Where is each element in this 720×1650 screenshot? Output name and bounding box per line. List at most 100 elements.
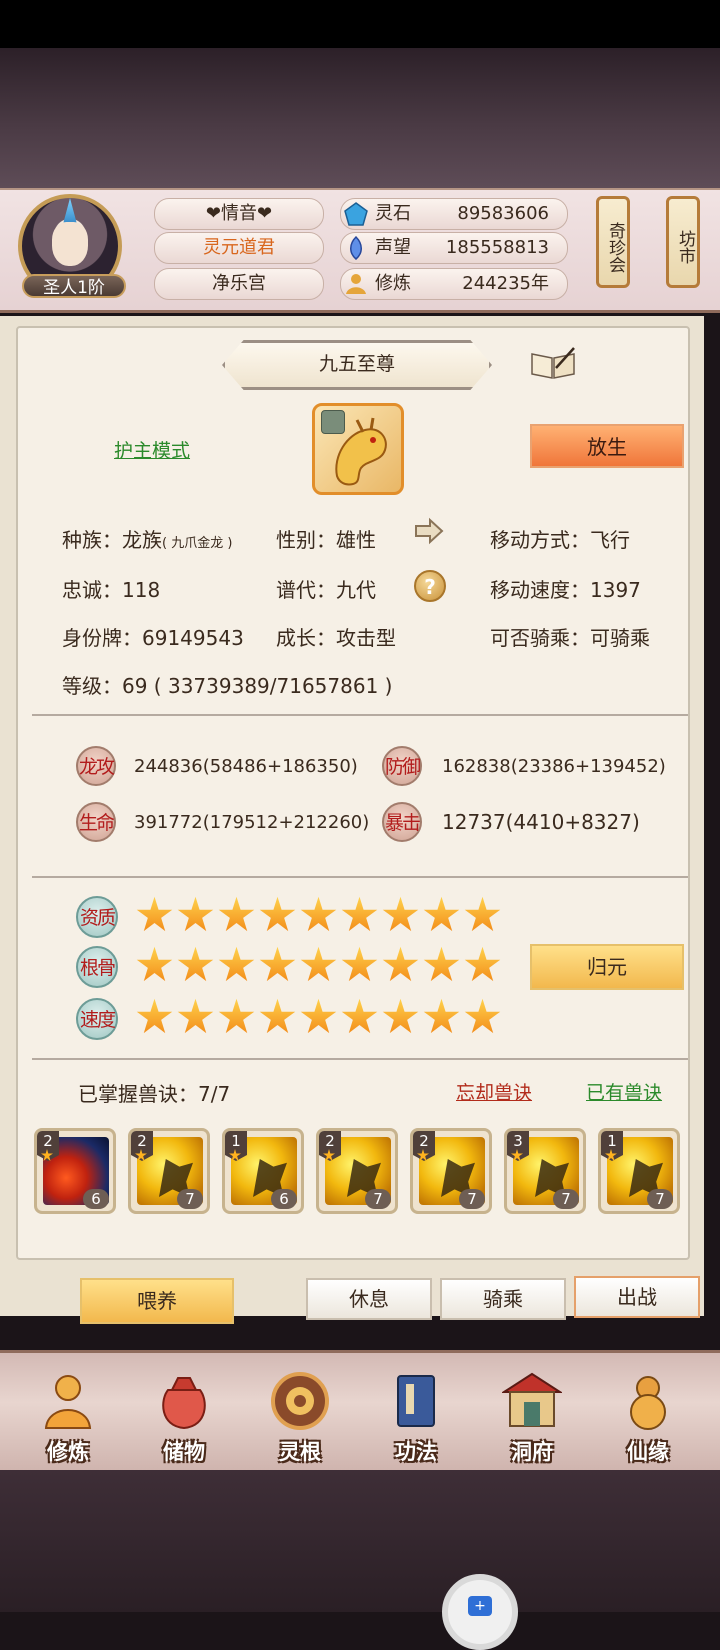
market-button[interactable]: 坊市: [666, 196, 700, 288]
growth-info: 成长：攻击型: [276, 626, 396, 650]
cave-house-icon: [502, 1372, 562, 1427]
pet-name-title: 九五至尊: [222, 340, 492, 390]
star-icon: [300, 946, 337, 982]
defense-value: 162838(23386+139452): [442, 756, 666, 777]
player-title: 灵元道君: [154, 232, 324, 264]
prestige-label: 声望: [375, 237, 411, 258]
divider: [32, 876, 688, 878]
nav-cultivate-label: 修炼: [47, 1440, 89, 1464]
gourd-icon: [630, 1376, 666, 1430]
skills-mastered-label: 已掌握兽诀：7/7: [78, 1082, 231, 1106]
health-value: 391772(179512+212260): [134, 812, 370, 833]
race-label: 种族：龙族: [62, 528, 162, 552]
star-icon: [218, 946, 255, 982]
player-header: 圣人1阶 ❤情音❤ 灵元道君 净乐宫 灵石 89583606 声望 185558…: [0, 188, 720, 313]
loyalty-info: 忠诚：118: [62, 578, 161, 602]
skill-slot[interactable]: 16: [222, 1128, 304, 1214]
skill-level: 7: [365, 1189, 391, 1209]
star-icon: [136, 998, 173, 1034]
star-icon: [177, 946, 214, 982]
skill-level: 7: [459, 1189, 485, 1209]
pet-portrait[interactable]: [312, 403, 404, 495]
bag-icon: [162, 1377, 206, 1430]
nav-technique[interactable]: 功法: [364, 1356, 468, 1468]
nav-spirit-root[interactable]: 灵根: [248, 1356, 352, 1468]
spirit-root-icon: [271, 1372, 329, 1430]
prestige-icon: [350, 235, 362, 260]
forget-skill-link[interactable]: 忘却兽诀: [456, 1078, 532, 1105]
skill-slot[interactable]: 26: [34, 1128, 116, 1214]
nav-immortal-fate-label: 仙缘: [627, 1440, 669, 1464]
battle-button[interactable]: 出战: [574, 1276, 700, 1318]
nav-cave-house[interactable]: 洞府: [480, 1356, 584, 1468]
nav-cultivate[interactable]: 修炼: [16, 1356, 120, 1468]
help-icon[interactable]: ?: [414, 570, 446, 602]
nav-spirit-root-label: 灵根: [279, 1440, 321, 1464]
skill-slot[interactable]: 17: [598, 1128, 680, 1214]
return-origin-button[interactable]: 归元: [530, 944, 684, 990]
star-icon: [177, 896, 214, 932]
star-icon: [423, 896, 460, 932]
bone-stars: [136, 946, 501, 986]
spirit-stone-label: 灵石: [375, 203, 411, 224]
id-tag-info: 身份牌：69149543: [62, 626, 244, 650]
nav-storage[interactable]: 储物: [132, 1356, 236, 1468]
guard-mode-link[interactable]: 护主模式: [114, 436, 190, 463]
star-icon: [136, 896, 173, 932]
rest-button[interactable]: 休息: [306, 1278, 432, 1320]
skill-level: 7: [647, 1189, 673, 1209]
move-type-info: 移动方式：飞行: [490, 528, 630, 552]
golden-dragon-icon: [335, 417, 387, 486]
star-icon: [259, 998, 296, 1034]
star-icon: [341, 896, 378, 932]
release-button[interactable]: 放生: [530, 424, 684, 468]
star-icon: [341, 946, 378, 982]
aptitude-badge: 资质: [76, 896, 118, 938]
health-badge: 生命: [76, 802, 116, 842]
nav-technique-label: 功法: [395, 1440, 437, 1464]
skill-slot[interactable]: 27: [316, 1128, 398, 1214]
star-icon: [218, 998, 255, 1034]
treasure-fair-button[interactable]: 奇珍会: [596, 196, 630, 288]
monk-icon: [44, 1375, 92, 1429]
attack-value: 244836(58486+186350): [134, 756, 358, 777]
prestige-value: 185558813: [445, 237, 549, 258]
star-icon: [464, 896, 501, 932]
spirit-stone-icon: [344, 202, 368, 226]
top-backdrop: [0, 48, 720, 188]
speed-badge: 速度: [76, 998, 118, 1040]
attack-badge: 龙攻: [76, 746, 116, 786]
owned-skills-link[interactable]: 已有兽诀: [586, 1078, 662, 1105]
divider: [32, 714, 688, 716]
player-sect: 净乐宫: [154, 268, 324, 300]
star-icon: [464, 946, 501, 982]
skill-slot[interactable]: 27: [128, 1128, 210, 1214]
cultivation-icon: [346, 274, 366, 294]
skill-level: 7: [553, 1189, 579, 1209]
avatar-face: [52, 222, 88, 266]
cultivation-stat: 修炼 244235年: [340, 268, 568, 300]
race-info: 种族：龙族( 九爪金龙 ): [62, 524, 232, 553]
feed-button[interactable]: 喂养: [80, 1278, 234, 1324]
move-speed-info: 移动速度：1397: [490, 578, 641, 602]
skill-level: 6: [271, 1189, 297, 1209]
status-bar: [0, 0, 720, 48]
ride-button[interactable]: 骑乘: [440, 1278, 566, 1320]
crit-badge: 暴击: [382, 802, 422, 842]
skill-slot[interactable]: 37: [504, 1128, 586, 1214]
nav-immortal-fate[interactable]: 仙缘: [596, 1356, 700, 1468]
skill-slot[interactable]: 27: [410, 1128, 492, 1214]
rank-badge: 圣人1阶: [22, 274, 126, 298]
spirit-stone-value: 89583606: [457, 203, 549, 224]
speed-stars: [136, 998, 501, 1038]
scripture-icon: [397, 1375, 435, 1427]
rename-book-icon[interactable]: [530, 346, 576, 380]
defense-badge: 防御: [382, 746, 422, 786]
skill-level: 6: [83, 1189, 109, 1209]
floating-assist-button[interactable]: +: [442, 1574, 518, 1650]
star-icon: [382, 998, 419, 1034]
cultivation-value: 244235年: [462, 273, 549, 294]
switch-arrow-icon[interactable]: [412, 516, 444, 546]
prestige-stat: 声望 185558813: [340, 232, 568, 264]
star-icon: [218, 896, 255, 932]
